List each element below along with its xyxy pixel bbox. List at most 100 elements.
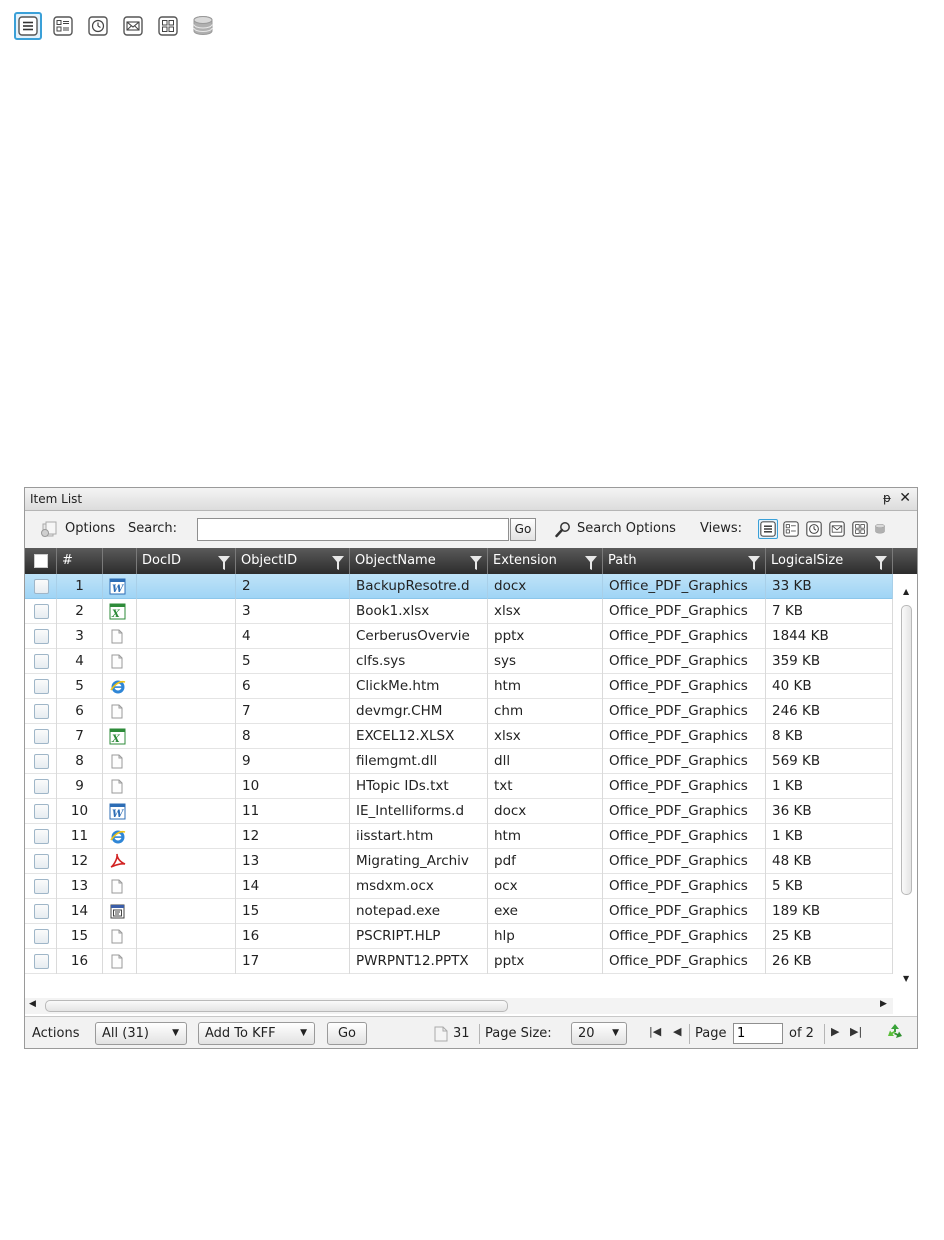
cell-objectname: BackupResotre.d: [350, 574, 488, 599]
grid-header: # DocID ObjectID ObjectName Extension Pa…: [25, 548, 893, 574]
table-row[interactable]: 1 W 2 BackupResotre.d docx Office_PDF_Graphic…: [25, 574, 893, 599]
row-checkbox[interactable]: [34, 654, 49, 669]
scroll-up-arrow-icon[interactable]: ▲: [903, 587, 909, 596]
row-icon-cell: [103, 824, 137, 849]
cell-docid: [137, 724, 236, 749]
cell-path: Office_PDF_Graphics: [603, 749, 766, 774]
scroll-right-arrow-icon[interactable]: ▶: [880, 999, 887, 1009]
thumbnail-view-icon[interactable]: [154, 12, 182, 40]
table-row[interactable]: 4 5 clfs.sys sys Office_PDF_Graphics 359 KB: [25, 649, 893, 674]
table-row[interactable]: 6 7 devmgr.CHM chm Office_PDF_Graphics 246 KB: [25, 699, 893, 724]
cell-docid: [137, 824, 236, 849]
timeline-view-icon[interactable]: [84, 12, 112, 40]
email-view-icon[interactable]: [119, 12, 147, 40]
page-size-dropdown[interactable]: 20 ▼: [571, 1022, 627, 1045]
table-row[interactable]: 3 4 CerberusOvervie pptx Office_PDF_Graphics…: [25, 624, 893, 649]
last-page-icon[interactable]: ▶|: [850, 1025, 862, 1038]
row-checkbox[interactable]: [34, 804, 49, 819]
database-view-icon[interactable]: [189, 12, 217, 40]
cell-objectname: notepad.exe: [350, 899, 488, 924]
actions-go-button[interactable]: Go: [327, 1022, 367, 1045]
svg-text:W: W: [112, 584, 125, 595]
refresh-icon[interactable]: [885, 1022, 905, 1046]
vertical-scroll-thumb[interactable]: [901, 605, 912, 895]
row-icon-cell: [103, 624, 137, 649]
search-input[interactable]: [197, 518, 509, 541]
first-page-icon[interactable]: |◀: [649, 1025, 661, 1038]
search-go-button[interactable]: Go: [510, 518, 536, 541]
header-path[interactable]: Path: [603, 548, 766, 574]
header-objectid[interactable]: ObjectID: [236, 548, 350, 574]
row-checkbox[interactable]: [34, 779, 49, 794]
header-docid[interactable]: DocID: [137, 548, 236, 574]
vertical-scrollbar[interactable]: ▲ ▼: [899, 585, 915, 986]
table-row[interactable]: 10 W 11 IE_Intelliforms.d docx Office_PDF_Gra…: [25, 799, 893, 824]
horizontal-scroll-thumb[interactable]: [45, 1000, 508, 1012]
details-view-icon[interactable]: [781, 519, 801, 539]
timeline-view-icon[interactable]: [804, 519, 824, 539]
list-view-icon[interactable]: [758, 519, 778, 539]
table-row[interactable]: 16 17 PWRPNT12.PPTX pptx Office_PDF_Graphics…: [25, 949, 893, 974]
row-checkbox[interactable]: [34, 954, 49, 969]
row-checkbox[interactable]: [34, 929, 49, 944]
header-number[interactable]: #: [57, 548, 103, 574]
table-row[interactable]: 11 12 iisstart.htm htm Office_PDF_Graphics 1 …: [25, 824, 893, 849]
row-checkbox[interactable]: [34, 904, 49, 919]
row-checkbox[interactable]: [34, 704, 49, 719]
page-number-input[interactable]: [733, 1023, 783, 1044]
row-icon-cell: W: [103, 799, 137, 824]
pin-icon[interactable]: ᵽ: [883, 491, 891, 505]
select-all-checkbox[interactable]: [34, 554, 48, 568]
row-checkbox[interactable]: [34, 629, 49, 644]
table-row[interactable]: 15 16 PSCRIPT.HLP hlp Office_PDF_Graphics 25 …: [25, 924, 893, 949]
item-list-toolbar: Options Search: Go Search Options Views:: [25, 511, 917, 548]
search-options-icon[interactable]: [554, 521, 572, 543]
action-dropdown[interactable]: Add To KFF ▼: [198, 1022, 315, 1045]
table-row[interactable]: 5 6 ClickMe.htm htm Office_PDF_Graphics 40 KB: [25, 674, 893, 699]
email-view-icon[interactable]: [827, 519, 847, 539]
list-view-icon[interactable]: [14, 12, 42, 40]
cell-path: Office_PDF_Graphics: [603, 599, 766, 624]
header-extension[interactable]: Extension: [488, 548, 603, 574]
generic-file-icon: [109, 703, 125, 724]
cell-path: Office_PDF_Graphics: [603, 949, 766, 974]
row-checkbox[interactable]: [34, 754, 49, 769]
details-view-icon[interactable]: [49, 12, 77, 40]
table-row[interactable]: 7 X 8 EXCEL12.XLSX xlsx Office_PDF_Graphics 8 …: [25, 724, 893, 749]
scroll-down-arrow-icon[interactable]: ▼: [903, 974, 909, 983]
options-button[interactable]: Options: [65, 521, 115, 536]
cell-objectid: 5: [236, 649, 350, 674]
row-checkbox[interactable]: [34, 579, 49, 594]
row-checkbox[interactable]: [34, 729, 49, 744]
row-checkbox[interactable]: [34, 829, 49, 844]
previous-page-icon[interactable]: ◀: [673, 1025, 681, 1038]
row-icon-cell: [103, 774, 137, 799]
row-checkbox[interactable]: [34, 679, 49, 694]
row-checkbox[interactable]: [34, 854, 49, 869]
options-icon[interactable]: [40, 520, 58, 542]
next-page-icon[interactable]: ▶: [831, 1025, 839, 1038]
table-row[interactable]: 13 14 msdxm.ocx ocx Office_PDF_Graphics 5 KB: [25, 874, 893, 899]
horizontal-scrollbar[interactable]: ◀ ▶: [25, 998, 893, 1014]
generic-file-icon: [109, 953, 125, 974]
cell-extension: dll: [488, 749, 603, 774]
table-row[interactable]: 8 9 filemgmt.dll dll Office_PDF_Graphics 569 …: [25, 749, 893, 774]
scroll-left-arrow-icon[interactable]: ◀: [29, 999, 36, 1009]
thumbnail-view-icon[interactable]: [850, 519, 870, 539]
cell-num: 3: [57, 624, 103, 649]
header-select-all[interactable]: [25, 548, 57, 574]
page-total: of 2: [789, 1026, 814, 1041]
scope-dropdown[interactable]: All (31) ▼: [95, 1022, 187, 1045]
row-checkbox[interactable]: [34, 879, 49, 894]
table-row[interactable]: 9 10 HTopic IDs.txt txt Office_PDF_Graphics 1…: [25, 774, 893, 799]
header-objectname[interactable]: ObjectName: [350, 548, 488, 574]
row-checkbox[interactable]: [34, 604, 49, 619]
header-logicalsize[interactable]: LogicalSize: [766, 548, 893, 574]
row-select-cell: [25, 874, 57, 899]
search-options-button[interactable]: Search Options: [577, 521, 676, 536]
close-icon[interactable]: ✕: [899, 490, 911, 506]
table-row[interactable]: 2 X 3 Book1.xlsx xlsx Office_PDF_Graphics 7 KB: [25, 599, 893, 624]
table-row[interactable]: 14 15 notepad.exe exe Office_PDF_Graphics 189…: [25, 899, 893, 924]
database-view-icon[interactable]: [873, 519, 887, 539]
table-row[interactable]: 12 13 Migrating_Archiv pdf Office_PDF_Graphi…: [25, 849, 893, 874]
